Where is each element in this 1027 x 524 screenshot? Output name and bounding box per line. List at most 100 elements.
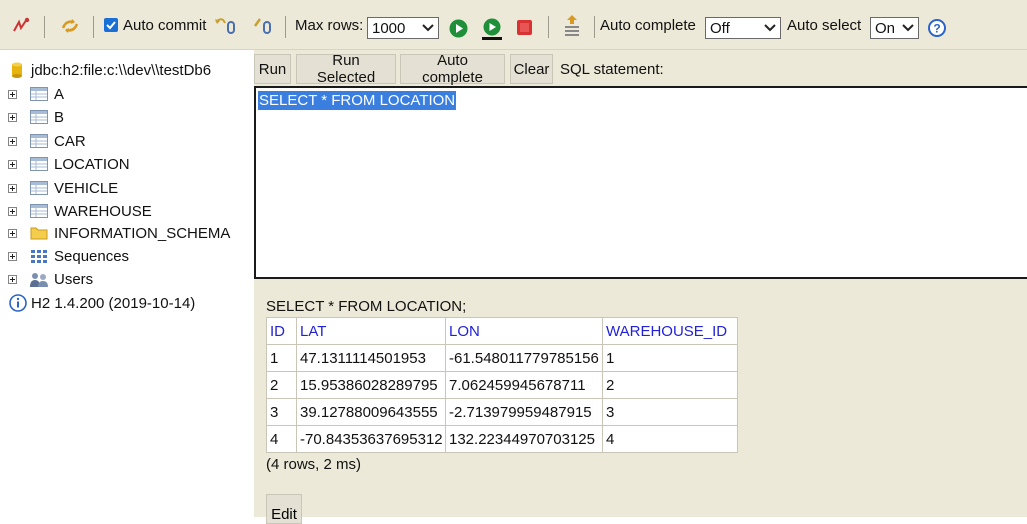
svg-text:?: ? [933,22,940,36]
table-cell: 7.062459945678711 [445,371,603,399]
table-cell: -61.548011779785156 [445,344,603,372]
run-selected-button[interactable]: Run Selected [296,52,396,86]
rollback-icon[interactable] [214,16,238,36]
auto-commit-checkbox[interactable] [104,18,118,32]
toolbar-separator [285,16,286,38]
result-statement: SELECT * FROM LOCATION; [266,298,467,315]
connection-url: jdbc:h2:file:c:\\dev\\testDb6 [31,61,212,79]
table-icon [30,181,48,195]
auto-commit-label: Auto commit [123,16,207,34]
users-icon [30,272,48,287]
run-selected-icon[interactable] [480,17,504,41]
auto-complete-value: Off [710,19,730,37]
tree-node-label: Users [54,270,94,288]
toolbar-separator [93,16,94,38]
auto-complete-select[interactable]: Off [705,17,781,39]
max-rows-value: 1000 [372,19,406,37]
table-cell: 4 [602,425,738,453]
table-row: 4 -70.84353637695312 132.22344970703125 … [266,425,738,453]
history-icon[interactable] [562,14,582,38]
max-rows-select[interactable]: 1000 [367,17,439,39]
tree-node-label: INFORMATION_SCHEMA [54,224,231,242]
sql-text: SELECT * FROM LOCATION [258,91,457,110]
table-cell: -70.84353637695312 [296,425,446,453]
folder-icon [30,226,48,240]
table-row: 2 15.95386028289795 7.062459945678711 2 [266,371,738,399]
column-header[interactable]: WAREHOUSE_ID [602,317,738,345]
auto-select-value: On [875,19,896,37]
result-table: ID LAT LON WAREHOUSE_ID 1 47.13111145019… [266,317,738,453]
refresh-icon[interactable] [60,16,80,36]
tree-node-label: CAR [54,132,86,150]
commit-icon[interactable] [252,16,276,36]
table-icon [30,87,48,101]
table-icon [30,204,48,218]
max-rows-label: Max rows: [295,16,364,34]
auto-complete-button[interactable]: Auto complete [400,52,505,86]
table-icon [30,157,48,171]
table-cell: 1 [266,344,297,372]
table-cell: 3 [266,398,297,426]
info-icon [9,294,27,312]
expand-icon[interactable] [8,229,17,238]
sql-editor[interactable]: SELECT * FROM LOCATION [254,86,1027,279]
auto-commit-toggle[interactable]: Auto commit [104,0,206,50]
table-cell: 3 [602,398,738,426]
expand-icon[interactable] [8,184,17,193]
table-cell: -2.713979959487915 [445,398,603,426]
table-cell: 4 [266,425,297,453]
table-icon [30,134,48,148]
chevron-down-icon [902,24,914,32]
edit-button[interactable]: Edit [266,494,302,524]
auto-select-select[interactable]: On [870,17,919,39]
disconnect-icon[interactable] [11,16,31,36]
tree-node-label: A [54,85,65,103]
table-row: 3 39.12788009643555 -2.713979959487915 3 [266,398,738,426]
table-cell: 39.12788009643555 [296,398,446,426]
toolbar: Auto commit Max rows: 1000 Auto complete… [0,0,1027,50]
tree-node-label: WAREHOUSE [54,202,152,220]
run-button[interactable]: Run [254,54,291,84]
chevron-down-icon [764,24,776,32]
expand-icon[interactable] [8,207,17,216]
table-row: 1 47.1311114501953 -61.548011779785156 1 [266,344,738,372]
expand-icon[interactable] [8,275,17,284]
table-icon [30,110,48,124]
table-cell: 1 [602,344,738,372]
clear-button[interactable]: Clear [510,54,553,84]
help-icon[interactable]: ? [928,19,946,37]
toolbar-separator [44,16,45,38]
column-header[interactable]: ID [266,317,297,345]
table-cell: 2 [266,371,297,399]
result-header-row: ID LAT LON WAREHOUSE_ID [266,317,738,345]
expand-icon[interactable] [8,137,17,146]
stop-icon[interactable] [516,19,533,36]
run-icon[interactable] [449,19,468,38]
database-icon [11,62,23,78]
toolbar-separator [548,16,549,38]
expand-icon[interactable] [8,252,17,261]
table-cell: 2 [602,371,738,399]
schema-tree: jdbc:h2:file:c:\\dev\\testDb6 A B CAR LOCAT… [0,50,254,517]
table-cell: 132.22344970703125 [445,425,603,453]
result-info: (4 rows, 2 ms) [266,456,362,473]
tree-node-label: Sequences [54,247,130,265]
version-label: H2 1.4.200 (2019-10-14) [31,294,196,312]
tree-node-label: VEHICLE [54,179,119,197]
table-cell: 15.95386028289795 [296,371,446,399]
tree-node-label: B [54,108,65,126]
table-cell: 47.1311114501953 [296,344,446,372]
expand-icon[interactable] [8,113,17,122]
query-panel: Run Run Selected Auto complete Clear SQL… [254,50,1027,524]
tree-node-label: LOCATION [54,155,130,173]
column-header[interactable]: LON [445,317,603,345]
sql-statement-label: SQL statement: [560,61,664,78]
toolbar-separator [594,16,595,38]
expand-icon[interactable] [8,90,17,99]
expand-icon[interactable] [8,160,17,169]
column-header[interactable]: LAT [296,317,446,345]
auto-complete-label: Auto complete [600,16,696,34]
sequence-icon [30,249,48,263]
chevron-down-icon [422,24,434,32]
auto-select-label: Auto select [787,16,862,34]
